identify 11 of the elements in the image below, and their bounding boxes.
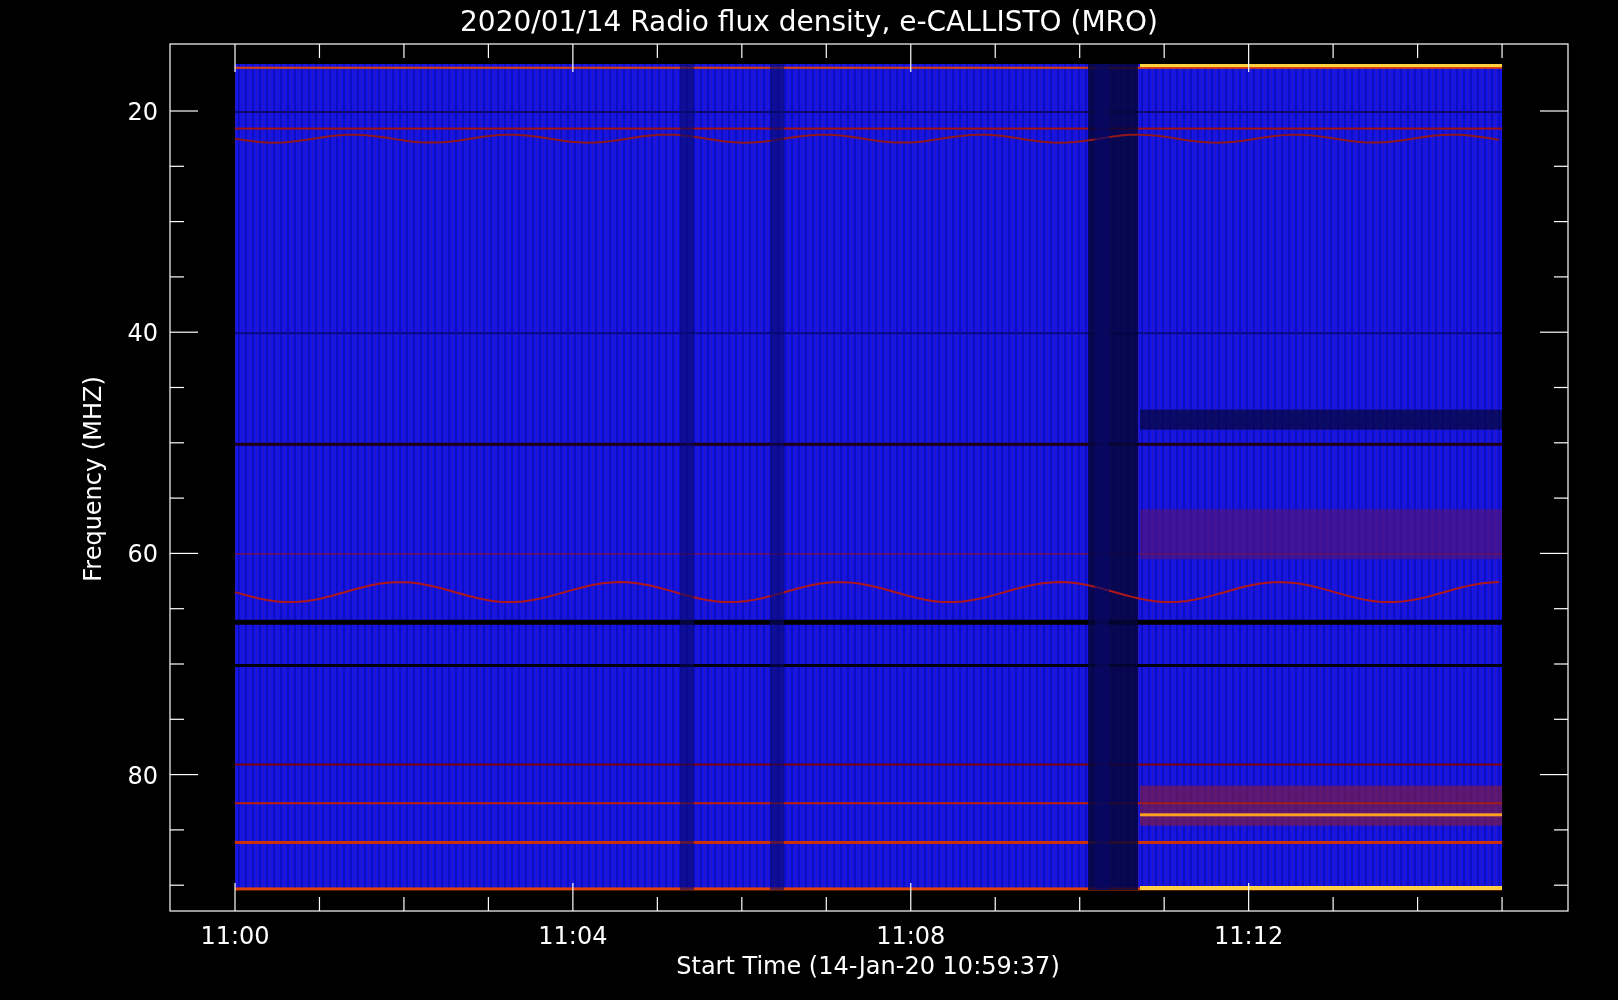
tick-label: 20 [127,98,158,126]
chart-title: 2020/01/14 Radio flux density, e-CALLISTO (MRO) [460,5,1158,38]
axis-title: Frequency (MHZ) [79,376,107,582]
tick-label: 11:00 [200,922,270,950]
tick-label: 80 [127,761,158,790]
tick-label: 11:04 [538,922,608,950]
tick-label: 11:12 [1214,922,1284,950]
tick-label: 11:08 [876,922,946,950]
axis-title: Start Time (14-Jan-20 10:59:37) [676,952,1060,980]
tick-label: 40 [127,319,158,348]
tick-label: 60 [127,540,158,569]
